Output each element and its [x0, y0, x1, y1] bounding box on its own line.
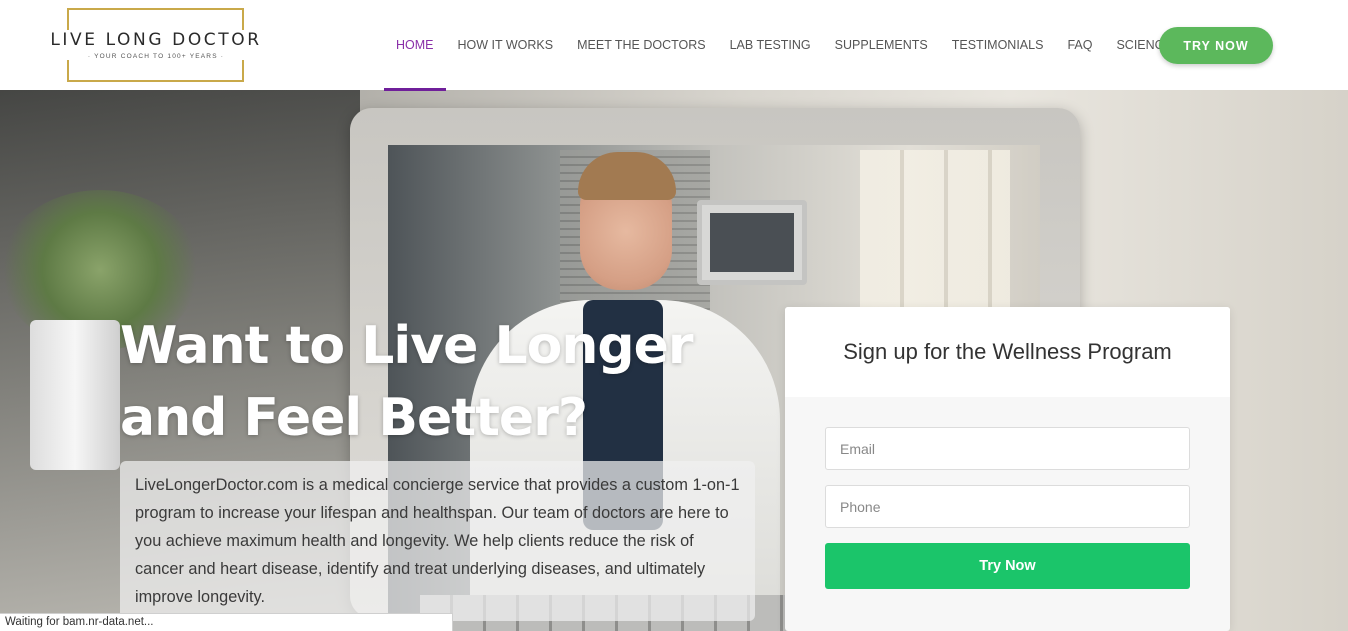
hero-section: Want to Live Longer and Feel Better? Liv… — [0, 90, 1348, 631]
main-nav: HOME HOW IT WORKS MEET THE DOCTORS LAB T… — [384, 0, 1196, 91]
signup-form: Sign up for the Wellness Program Try Now — [785, 307, 1230, 631]
logo-tagline: · YOUR COACH TO 100+ YEARS · — [87, 53, 225, 60]
hero-description-box: LiveLongerDoctor.com is a medical concie… — [120, 461, 755, 621]
site-logo[interactable]: LIVE LONG DOCTOR · YOUR COACH TO 100+ YE… — [40, 8, 272, 82]
nav-item-lab-testing[interactable]: LAB TESTING — [730, 0, 811, 90]
hero-description: LiveLongerDoctor.com is a medical concie… — [135, 476, 740, 606]
try-now-submit-button[interactable]: Try Now — [825, 543, 1190, 589]
pencil-cup-image — [30, 320, 120, 470]
nav-item-home[interactable]: HOME — [384, 0, 445, 91]
hero-headline-line1: Want to Live Longer — [120, 316, 693, 376]
monitor-image — [697, 200, 807, 285]
nav-item-testimonials[interactable]: TESTIMONIALS — [952, 0, 1044, 90]
logo-frame-bottom — [67, 60, 244, 82]
email-field[interactable] — [825, 427, 1190, 470]
browser-status-bar: Waiting for bam.nr-data.net... — [0, 613, 453, 631]
nav-item-supplements[interactable]: SUPPLEMENTS — [835, 0, 928, 90]
try-now-header-button[interactable]: TRY NOW — [1159, 27, 1273, 64]
nav-item-how-it-works[interactable]: HOW IT WORKS — [458, 0, 554, 90]
site-header: LIVE LONG DOCTOR · YOUR COACH TO 100+ YE… — [0, 0, 1348, 91]
phone-field[interactable] — [825, 485, 1190, 528]
nav-item-faq[interactable]: FAQ — [1067, 0, 1092, 90]
signup-form-title: Sign up for the Wellness Program — [785, 307, 1230, 397]
logo-title: LIVE LONG DOCTOR — [50, 30, 262, 50]
hero-headline: Want to Live Longer and Feel Better? — [120, 310, 740, 454]
hero-headline-line2: and Feel Better? — [120, 388, 588, 448]
logo-frame-top — [67, 8, 244, 30]
nav-item-meet-the-doctors[interactable]: MEET THE DOCTORS — [577, 0, 706, 90]
